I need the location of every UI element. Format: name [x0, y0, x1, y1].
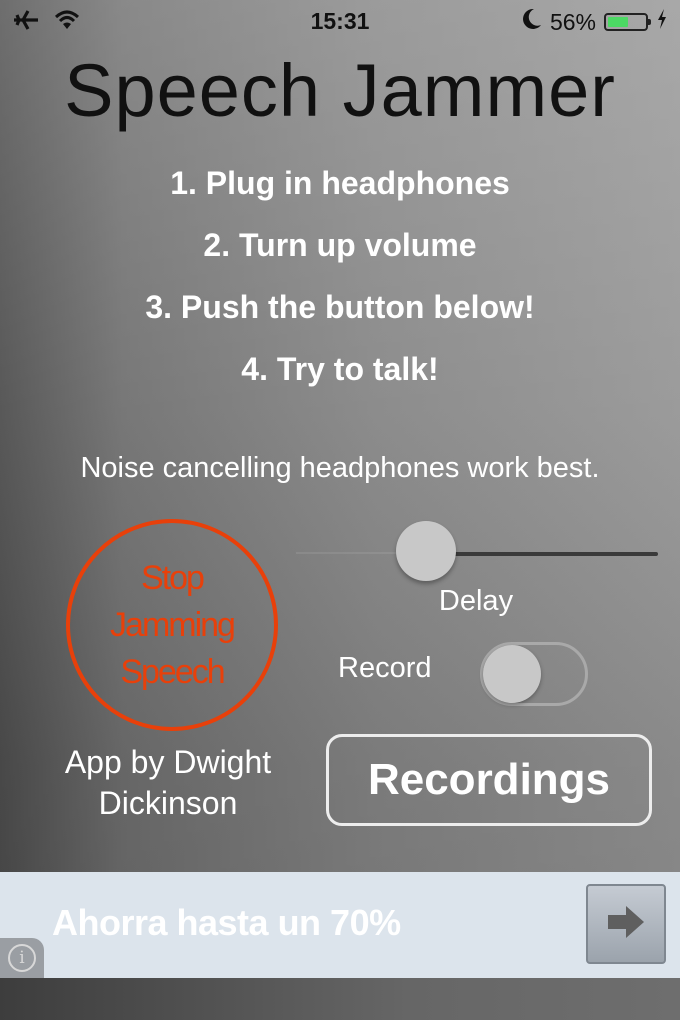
battery-percent: 56% [549, 8, 596, 35]
background [0, 0, 680, 1020]
slider-max-track [426, 552, 658, 556]
instruction-step: 3. Push the button below! [145, 289, 535, 325]
ad-text[interactable]: Ahorra hasta un 70% [52, 902, 401, 944]
charging-bolt-icon [656, 8, 668, 36]
ad-arrow-button[interactable] [586, 884, 666, 964]
info-icon: i [8, 944, 36, 972]
ad-banner[interactable]: Ahorra hasta un 70% i [0, 872, 680, 978]
headphones-tip: Noise cancelling headphones work best. [80, 452, 600, 484]
recordings-button[interactable]: Recordings [326, 734, 652, 826]
instructions-list: 1. Plug in headphones 2. Turn up volume … [0, 160, 680, 408]
jam-button-line: Jamming [110, 605, 236, 644]
jam-button-line: Stop [141, 558, 205, 597]
credit-line: Dickinson [98, 785, 238, 821]
ad-info-button[interactable]: i [0, 938, 44, 978]
record-label: Record [338, 652, 432, 684]
instruction-step: 2. Turn up volume [203, 227, 477, 263]
jam-button-line: Speech [120, 652, 225, 691]
arrow-right-icon [606, 904, 646, 945]
delay-label: Delay [438, 585, 514, 617]
status-bar: 15:31 56% [0, 0, 680, 42]
app-title: Speech Jammer [64, 49, 616, 132]
credit-line: App by Dwight [64, 744, 272, 780]
app-credit: App by Dwight Dickinson [30, 742, 306, 824]
instruction-step: 1. Plug in headphones [170, 165, 510, 201]
battery-icon [604, 13, 651, 31]
record-toggle[interactable] [480, 642, 588, 706]
moon-icon [522, 8, 542, 36]
instruction-step: 4. Try to talk! [241, 351, 439, 387]
toggle-knob [483, 645, 541, 703]
slider-thumb[interactable] [396, 521, 457, 581]
bottom-area [0, 978, 680, 1020]
delay-slider[interactable] [296, 521, 658, 581]
stop-jamming-button[interactable]: Stop Jamming Speech [66, 519, 278, 731]
